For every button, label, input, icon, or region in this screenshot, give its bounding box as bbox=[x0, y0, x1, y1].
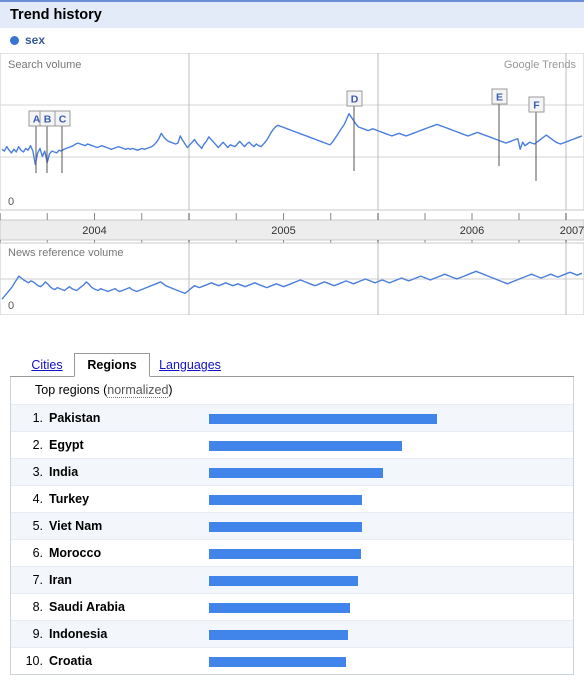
tab-regions[interactable]: Regions bbox=[74, 353, 150, 377]
table-row[interactable]: 5. Viet Nam bbox=[11, 512, 573, 539]
axis-year-label: 2004 bbox=[82, 225, 106, 237]
region-bar-track bbox=[209, 648, 565, 674]
region-name: Saudi Arabia bbox=[49, 600, 125, 614]
region-rank: 3. bbox=[32, 465, 43, 479]
region-bar-track bbox=[209, 567, 565, 593]
region-name: Iran bbox=[49, 573, 72, 587]
table-row[interactable]: 7. Iran bbox=[11, 566, 573, 593]
region-bar bbox=[209, 603, 350, 613]
region-bar-track bbox=[209, 594, 565, 620]
region-bar-track bbox=[209, 621, 565, 647]
tab-languages[interactable]: Languages bbox=[152, 353, 228, 377]
chart-marker-D: D bbox=[351, 94, 359, 106]
region-rank: 8. bbox=[32, 600, 43, 614]
legend-dot-icon bbox=[10, 35, 19, 45]
region-name: Egypt bbox=[49, 438, 84, 452]
trend-history-header: Trend history bbox=[0, 0, 584, 28]
tab-languages-label: Languages bbox=[159, 358, 221, 372]
search-volume-label: Search volume bbox=[8, 59, 81, 71]
tab-regions-label: Regions bbox=[87, 358, 137, 372]
region-bar bbox=[209, 630, 348, 640]
legend-term-label: sex bbox=[25, 33, 46, 47]
google-trends-page: Trend history sex Search volume Google Tr… bbox=[0, 0, 584, 680]
page-title: Trend history bbox=[10, 7, 102, 23]
region-name: Pakistan bbox=[49, 411, 101, 425]
axis-year-label: 2005 bbox=[271, 225, 295, 237]
table-row[interactable]: 4. Turkey bbox=[11, 485, 573, 512]
chart-marker-E: E bbox=[496, 92, 503, 104]
news-zero-label: 0 bbox=[8, 300, 14, 312]
region-rank: 5. bbox=[32, 519, 43, 533]
region-bar bbox=[209, 495, 362, 505]
geo-tabs: Cities Regions Languages bbox=[0, 353, 584, 377]
tab-cities[interactable]: Cities bbox=[22, 353, 72, 377]
tab-cities-label: Cities bbox=[31, 358, 63, 372]
table-row[interactable]: 2. Egypt bbox=[11, 431, 573, 458]
axis-year-label: 2006 bbox=[460, 225, 484, 237]
region-name: Turkey bbox=[49, 492, 90, 506]
region-rank: 1. bbox=[32, 411, 43, 425]
region-rank: 7. bbox=[32, 573, 43, 587]
region-list: 1. Pakistan 2. Egypt 3. India 4. Turkey 5. Viet N… bbox=[11, 404, 573, 674]
region-name: Indonesia bbox=[49, 627, 108, 641]
search-zero-label: 0 bbox=[8, 196, 14, 208]
region-name: Morocco bbox=[49, 546, 102, 560]
trend-chart-svg: Search volume Google Trends0A B CD EF2004 200… bbox=[0, 53, 584, 315]
region-name: Croatia bbox=[49, 654, 93, 668]
region-bar-track bbox=[209, 459, 565, 485]
normalized-link[interactable]: normalized bbox=[107, 383, 169, 398]
region-rank: 10. bbox=[25, 654, 43, 668]
chart-legend: sex bbox=[10, 33, 45, 47]
chart-marker-B: B bbox=[44, 114, 52, 126]
paren-close: ) bbox=[168, 383, 173, 397]
panel-caption: Top regions (normalized) bbox=[11, 377, 573, 404]
table-row[interactable]: 6. Morocco bbox=[11, 539, 573, 566]
panel-caption-text: Top regions bbox=[35, 383, 100, 397]
region-rank: 2. bbox=[32, 438, 43, 452]
chart-marker-C: C bbox=[59, 114, 67, 126]
region-bar-track bbox=[209, 432, 565, 458]
region-bar bbox=[209, 549, 361, 559]
region-bar-track bbox=[209, 405, 565, 431]
top-regions-panel: Top regions (normalized) 1. Pakistan 2. Egy… bbox=[10, 377, 574, 675]
region-bar-track bbox=[209, 513, 565, 539]
region-name: India bbox=[49, 465, 79, 479]
region-rank: 6. bbox=[32, 546, 43, 560]
region-bar bbox=[209, 576, 358, 586]
table-row[interactable]: 8. Saudi Arabia bbox=[11, 593, 573, 620]
region-rank: 4. bbox=[32, 492, 43, 506]
news-volume-label: News reference volume bbox=[8, 247, 124, 259]
table-row[interactable]: 10. Croatia bbox=[11, 647, 573, 674]
region-bar bbox=[209, 657, 346, 667]
region-bar bbox=[209, 522, 362, 532]
google-trends-watermark: Google Trends bbox=[504, 59, 577, 71]
region-bar-track bbox=[209, 486, 565, 512]
trend-charts: Search volume Google Trends 0 A B C D E F 2004 200… bbox=[0, 53, 584, 315]
region-name: Viet Nam bbox=[49, 519, 103, 533]
region-bar-track bbox=[209, 540, 565, 566]
region-bar bbox=[209, 414, 437, 424]
chart-marker-F: F bbox=[533, 100, 540, 112]
region-bar bbox=[209, 441, 402, 451]
axis-year-label: 2007 bbox=[560, 225, 584, 237]
table-row[interactable]: 1. Pakistan bbox=[11, 404, 573, 431]
table-row[interactable]: 3. India bbox=[11, 458, 573, 485]
region-rank: 9. bbox=[32, 627, 43, 641]
table-row[interactable]: 9. Indonesia bbox=[11, 620, 573, 647]
region-bar bbox=[209, 468, 383, 478]
